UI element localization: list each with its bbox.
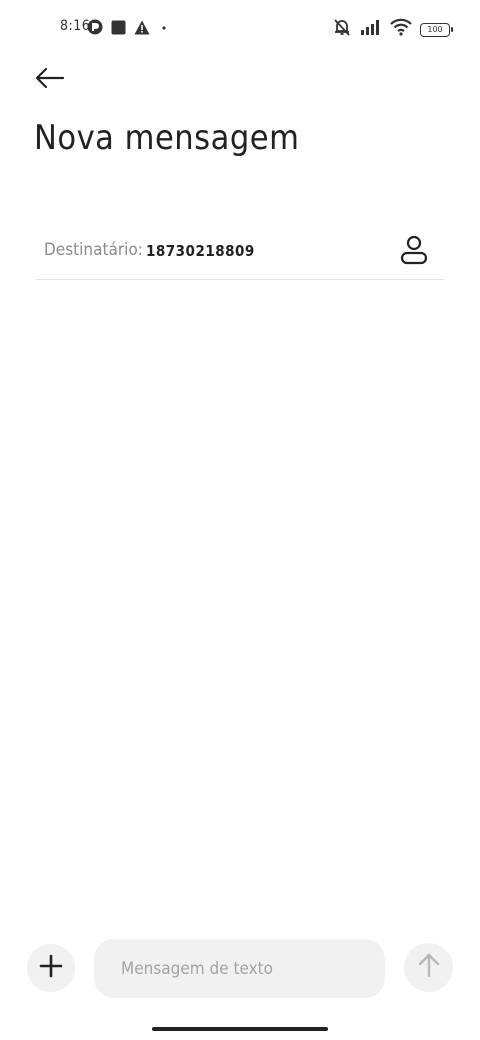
stop-square-icon xyxy=(111,20,126,40)
arrow-up-icon xyxy=(417,952,441,983)
app-notification-icon xyxy=(87,19,103,40)
recipient-row[interactable]: Destinatário: 18730218809 xyxy=(36,226,444,280)
message-input[interactable] xyxy=(94,939,385,998)
page-title: Nova mensagem xyxy=(34,118,300,158)
wifi-icon xyxy=(390,18,412,41)
status-left-icons xyxy=(87,19,170,40)
signal-icon xyxy=(360,19,382,40)
send-button[interactable] xyxy=(404,943,453,992)
home-indicator[interactable] xyxy=(152,1027,328,1031)
plus-icon xyxy=(39,954,63,983)
mute-vibrate-icon xyxy=(332,17,352,42)
attach-button[interactable] xyxy=(27,944,75,992)
recipient-label: Destinatário: xyxy=(44,240,143,260)
person-icon xyxy=(400,235,428,270)
arrow-left-icon xyxy=(35,67,65,94)
status-time: 8:16 xyxy=(60,18,91,34)
dot-icon xyxy=(158,21,170,39)
message-input-container[interactable] xyxy=(94,939,385,998)
warning-icon xyxy=(134,20,150,40)
back-button[interactable] xyxy=(30,62,70,98)
status-right-icons: 100 xyxy=(332,17,453,42)
recipient-chip[interactable]: 18730218809 xyxy=(146,242,255,260)
new-message-screen: 8:16 100 Nova mensagem Destinatário: 187… xyxy=(0,0,480,1040)
status-bar: 8:16 100 xyxy=(0,0,480,56)
battery-icon: 100 xyxy=(420,22,453,37)
contact-picker-button[interactable] xyxy=(398,235,430,270)
